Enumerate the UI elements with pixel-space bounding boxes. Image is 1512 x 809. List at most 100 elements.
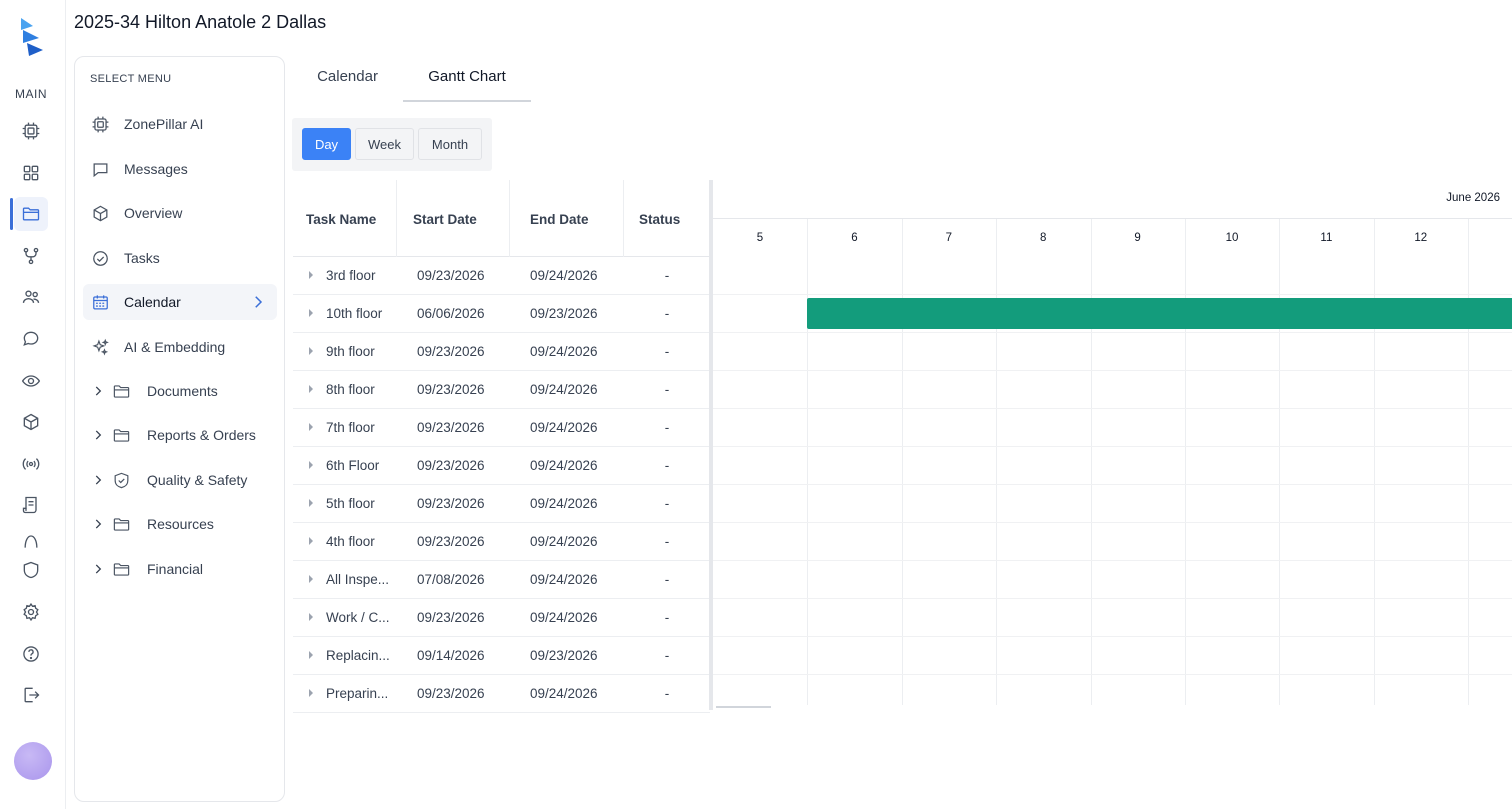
timeline-day-label: 12 — [1414, 232, 1428, 244]
table-row[interactable]: 3rd floor 09/23/2026 09/24/2026 - — [293, 257, 710, 295]
tab-gantt-chart[interactable]: Gantt Chart — [403, 68, 531, 102]
status-cell: - — [664, 458, 670, 473]
week-view-button[interactable]: Week — [355, 128, 414, 160]
expand-caret-icon[interactable] — [309, 271, 313, 279]
timeline-row-line — [713, 636, 1512, 637]
gear-icon[interactable] — [14, 595, 48, 629]
menu-item-ai-embedding[interactable]: AI & Embedding — [83, 329, 277, 365]
timeline-column-line — [807, 219, 809, 705]
end-date-cell: 09/24/2026 — [530, 572, 598, 587]
folder-item-reports-orders[interactable]: Reports & Orders — [83, 417, 277, 453]
column-header-task-name[interactable]: Task Name — [293, 180, 397, 257]
page-title: 2025-34 Hilton Anatole 2 Dallas — [74, 12, 327, 32]
branch-icon[interactable] — [14, 239, 48, 273]
table-row[interactable]: 4th floor 09/23/2026 09/24/2026 - — [293, 523, 710, 561]
logout-icon[interactable] — [14, 678, 48, 712]
start-date-cell: 07/08/2026 — [417, 572, 485, 587]
status-cell: - — [664, 572, 670, 587]
timeline-row-line — [713, 294, 1512, 295]
users-icon[interactable] — [14, 280, 48, 314]
expand-caret-icon[interactable] — [309, 385, 313, 393]
folder-item-resources[interactable]: Resources — [83, 506, 277, 542]
column-header-start-date[interactable]: Start Date — [397, 180, 510, 257]
task-name-cell: 8th floor — [326, 382, 375, 397]
grid-icon[interactable] — [14, 156, 48, 190]
timeline-row-line — [713, 560, 1512, 561]
timeline-scrollbar[interactable] — [716, 706, 771, 708]
cube-icon[interactable] — [14, 405, 48, 439]
gantt-grid: Task Name Start Date End Date Status 3rd… — [293, 180, 710, 713]
arch-icon[interactable] — [14, 530, 48, 552]
user-avatar[interactable] — [14, 742, 52, 780]
end-date-cell: 09/24/2026 — [530, 686, 598, 701]
folder-item-financial[interactable]: Financial — [83, 551, 277, 587]
menu-item-zonepillar-ai[interactable]: ZonePillar AI — [83, 106, 277, 142]
timeline-day-label: 1 — [1468, 219, 1512, 257]
expand-caret-icon[interactable] — [309, 651, 313, 659]
menu-item-tasks[interactable]: Tasks — [83, 240, 277, 276]
expand-caret-icon[interactable] — [309, 499, 313, 507]
tab-calendar[interactable]: Calendar — [300, 68, 395, 102]
expand-caret-icon[interactable] — [309, 689, 313, 697]
table-row[interactable]: Preparin... 09/23/2026 09/24/2026 - — [293, 675, 710, 713]
menu-item-messages[interactable]: Messages — [83, 151, 277, 187]
table-row[interactable]: Work / C... 09/23/2026 09/24/2026 - — [293, 599, 710, 637]
start-date-cell: 09/23/2026 — [417, 344, 485, 359]
expand-caret-icon[interactable] — [309, 347, 313, 355]
help-icon[interactable] — [14, 637, 48, 671]
task-name-cell: Replacin... — [326, 648, 390, 663]
folder-item-quality-safety[interactable]: Quality & Safety — [83, 462, 277, 498]
chat-icon[interactable] — [14, 322, 48, 356]
timeline-row-line — [713, 598, 1512, 599]
table-row[interactable]: 10th floor 06/06/2026 09/23/2026 - — [293, 295, 710, 333]
rail-section-label: MAIN — [15, 87, 47, 101]
menu-item-overview[interactable]: Overview — [83, 195, 277, 231]
folder-icon[interactable] — [14, 197, 48, 231]
status-cell: - — [664, 686, 670, 701]
table-row[interactable]: 5th floor 09/23/2026 09/24/2026 - — [293, 485, 710, 523]
table-row[interactable]: 6th Floor 09/23/2026 09/24/2026 - — [293, 447, 710, 485]
start-date-cell: 09/23/2026 — [417, 534, 485, 549]
receipt-icon[interactable] — [14, 488, 48, 522]
cpu-icon[interactable] — [14, 114, 48, 148]
folder-icon — [111, 381, 131, 401]
table-row[interactable]: 9th floor 09/23/2026 09/24/2026 - — [293, 333, 710, 371]
start-date-cell: 09/23/2026 — [417, 496, 485, 511]
folder-item-documents[interactable]: Documents — [83, 373, 277, 409]
expand-caret-icon[interactable] — [309, 309, 313, 317]
start-date-cell: 09/23/2026 — [417, 382, 485, 397]
column-header-status[interactable]: Status — [624, 180, 710, 257]
table-row[interactable]: All Inspe... 07/08/2026 09/24/2026 - — [293, 561, 710, 599]
task-name-cell: 6th Floor — [326, 458, 380, 473]
menu-item-label: Tasks — [124, 250, 160, 266]
column-header-end-date[interactable]: End Date — [510, 180, 624, 257]
eye-icon[interactable] — [14, 364, 48, 398]
month-view-button[interactable]: Month — [418, 128, 482, 160]
timeline-day-label: 7 — [945, 232, 952, 244]
expand-caret-icon[interactable] — [309, 613, 313, 621]
menu-item-calendar[interactable]: Calendar — [83, 284, 277, 320]
task-bar[interactable] — [807, 298, 1512, 329]
table-row[interactable]: Replacin... 09/14/2026 09/23/2026 - — [293, 637, 710, 675]
folder-icon — [111, 514, 131, 534]
chevron-right-icon — [255, 296, 263, 308]
end-date-cell: 09/23/2026 — [530, 306, 598, 321]
table-row[interactable]: 7th floor 09/23/2026 09/24/2026 - — [293, 409, 710, 447]
expand-caret-icon[interactable] — [309, 575, 313, 583]
app-logo-icon[interactable] — [17, 16, 47, 58]
end-date-cell: 09/24/2026 — [530, 268, 598, 283]
status-cell: - — [664, 268, 670, 283]
start-date-cell: 06/06/2026 — [417, 306, 485, 321]
shield-icon[interactable] — [14, 553, 48, 587]
timeline-column-line — [1279, 219, 1281, 705]
start-date-cell: 09/23/2026 — [417, 420, 485, 435]
expand-caret-icon[interactable] — [309, 537, 313, 545]
day-view-button[interactable]: Day — [302, 128, 351, 160]
broadcast-icon[interactable] — [14, 447, 48, 481]
expand-caret-icon[interactable] — [309, 423, 313, 431]
timeline-day-label: 5 — [756, 232, 764, 244]
grid-header: Task Name Start Date End Date Status — [293, 180, 710, 257]
table-row[interactable]: 8th floor 09/23/2026 09/24/2026 - — [293, 371, 710, 409]
folder-label: Resources — [147, 516, 214, 532]
expand-caret-icon[interactable] — [309, 461, 313, 469]
